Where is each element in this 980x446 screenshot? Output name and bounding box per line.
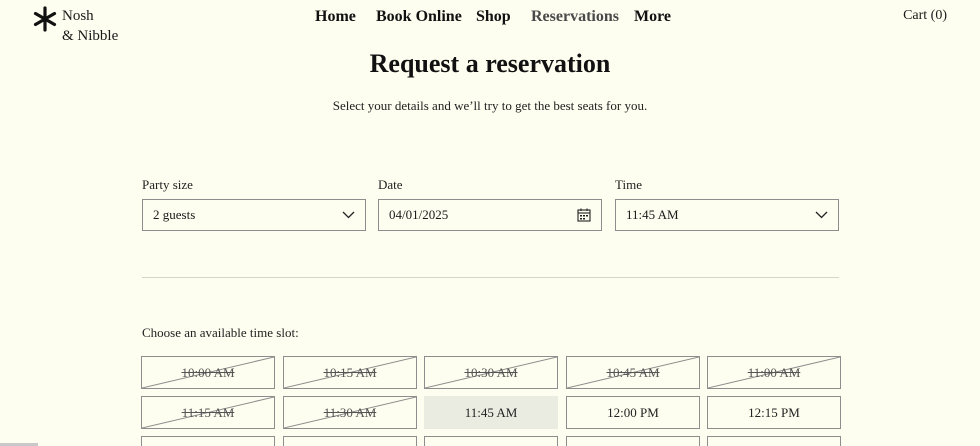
date-input[interactable]: 04/01/2025	[378, 199, 602, 231]
section-divider	[142, 277, 839, 278]
nav-item-book-online[interactable]: Book Online	[376, 8, 462, 26]
time-slot-label: 11:00 AM	[747, 364, 801, 380]
time-slot-button[interactable]: 10:30 AM	[424, 356, 558, 389]
time-slot-label: 10:45 AM	[606, 364, 660, 380]
time-slot-label: 12:15 PM	[748, 404, 800, 420]
time-label: Time	[615, 177, 642, 192]
time-slot-button[interactable]: 10:00 AM	[141, 356, 275, 389]
time-slot-label: 11:15 AM	[181, 404, 235, 420]
time-slot-label: 11:45 AM	[464, 404, 518, 420]
date-label: Date	[378, 177, 403, 192]
time-slot-button[interactable]	[283, 436, 417, 446]
time-slot-label: 10:15 AM	[323, 364, 377, 380]
time-slot-button[interactable]: 11:15 AM	[141, 396, 275, 429]
time-slot-button[interactable]: 10:15 AM	[283, 356, 417, 389]
chevron-down-icon	[342, 211, 355, 219]
time-slot-button[interactable]: 11:00 AM	[707, 356, 841, 389]
time-slot-button[interactable]: 12:15 PM	[707, 396, 841, 429]
calendar-icon[interactable]	[577, 208, 591, 222]
party-size-dropdown[interactable]: 2 guests	[142, 199, 366, 231]
time-slot-button[interactable]	[566, 436, 700, 446]
nav-item-shop[interactable]: Shop	[476, 8, 511, 26]
cart-link[interactable]: Cart (0)	[903, 8, 947, 24]
page-subtitle: Select your details and we’ll try to get…	[332, 98, 648, 113]
time-slot-button[interactable]: 12:00 PM	[566, 396, 700, 429]
nav-item-home[interactable]: Home	[315, 8, 356, 26]
time-slot-button[interactable]: 10:45 AM	[566, 356, 700, 389]
party-size-label: Party size	[142, 177, 193, 192]
time-slot-button[interactable]	[424, 436, 558, 446]
time-slot-label: 11:30 AM	[323, 404, 377, 420]
time-slot-label: 12:00 PM	[607, 404, 659, 420]
brand-name-line2: & Nibble	[62, 28, 119, 44]
time-slot-label: 10:30 AM	[464, 364, 518, 380]
main-nav: Home Book Online Shop Reservations More	[0, 8, 980, 28]
time-slot-button[interactable]	[707, 436, 841, 446]
time-slot-button[interactable]: 11:45 AM	[424, 396, 558, 429]
nav-item-more[interactable]: More	[634, 8, 671, 26]
time-slot-button[interactable]: 11:30 AM	[283, 396, 417, 429]
date-value: 04/01/2025	[389, 207, 449, 222]
chevron-down-icon	[815, 211, 828, 219]
time-slot-label: 10:00 AM	[181, 364, 235, 380]
party-size-field: Party size 2 guests	[142, 177, 366, 231]
nav-item-reservations[interactable]: Reservations	[531, 8, 619, 26]
time-slot-button[interactable]	[141, 436, 275, 446]
time-field: Time 11:45 AM	[615, 177, 839, 231]
party-size-value: 2 guests	[153, 207, 196, 222]
date-field: Date 04/01/2025	[378, 177, 602, 231]
time-dropdown[interactable]: 11:45 AM	[615, 199, 839, 231]
time-slots-heading: Choose an available time slot:	[142, 325, 299, 340]
time-value: 11:45 AM	[626, 207, 679, 222]
page-title: Request a reservation	[369, 49, 611, 78]
